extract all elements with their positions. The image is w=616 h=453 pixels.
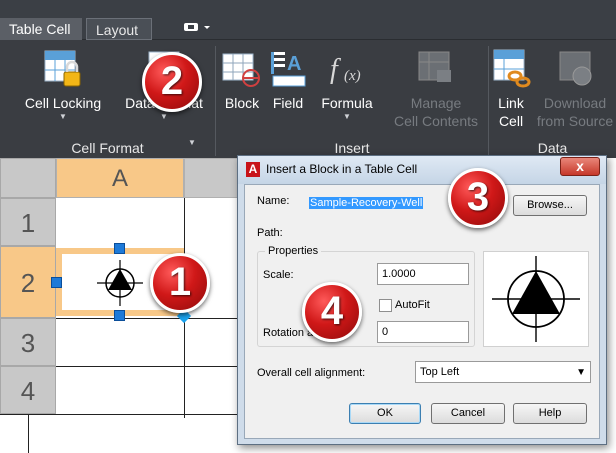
manage-cell-contents-button[interactable]: Manage Cell Contents [386,48,486,130]
dialog-title: Insert a Block in a Table Cell [266,162,418,176]
chevron-down-icon: ▼ [576,367,586,378]
name-label: Name: [257,195,290,207]
ribbon-options-dropdown[interactable] [174,18,210,40]
grip-handle[interactable] [51,277,62,288]
autocad-window: Table Cell Layout Cell Locking ▼ % [0,0,616,453]
link-cell-button[interactable]: Link Cell [490,48,532,130]
block-label: Block [224,95,260,111]
block-preview [483,251,589,347]
browse-button[interactable]: Browse... [513,195,587,216]
callout-badge-2: 2 [142,52,202,112]
svg-text:(x): (x) [344,68,361,84]
callout-badge-1: 1 [150,253,210,313]
grid-line [56,366,246,367]
manage-cell-contents-icon [418,51,451,82]
column-header-a[interactable]: A [56,158,184,198]
alignment-value: Top Left [420,366,460,378]
manage-label-line2: Cell Contents [393,113,479,129]
tab-table-cell[interactable]: Table Cell [0,18,82,40]
row-header[interactable]: 1 [0,198,56,246]
cancel-button[interactable]: Cancel [431,403,505,424]
close-icon[interactable]: x [560,157,600,176]
ok-button[interactable]: OK [349,403,421,424]
recovery-well-preview-icon [492,256,580,342]
formula-label: Formula [321,95,373,111]
grip-handle[interactable] [114,243,125,254]
insert-block-dialog: A Insert a Block in a Table Cell x Name:… [237,155,607,445]
grid-line [56,318,246,319]
link-label-line2: Cell [498,113,524,129]
field-button[interactable]: A Field [266,48,310,112]
chevron-down-icon: ▼ [160,112,168,121]
manage-label-line1: Manage [410,95,462,111]
dialog-title-bar[interactable]: A Insert a Block in a Table Cell x [238,156,606,184]
download-from-source-icon [559,51,592,86]
row-header-selected[interactable]: 2 [0,246,56,318]
field-label: Field [272,95,304,111]
chevron-down-icon: ▼ [59,112,67,121]
tab-layout[interactable]: Layout [86,18,152,40]
field-icon: A [271,52,306,87]
properties-label: Properties [265,245,322,257]
scale-label: Scale: [263,269,294,281]
ribbon-tab-bar: Table Cell Layout [0,0,616,40]
column-header-b[interactable] [184,158,244,198]
grid-line [28,414,29,453]
download-label-line1: Download [543,95,607,111]
grip-handle[interactable] [114,310,125,321]
grid-line [0,414,246,415]
autofit-checkbox[interactable] [379,299,392,312]
alignment-label: Overall cell alignment: [257,367,366,379]
autocad-logo-icon: A [246,162,260,177]
name-value: Sample-Recovery-Well [309,197,424,209]
row-header[interactable]: 3 [0,318,56,366]
download-from-source-button[interactable]: Download from Source [534,48,616,130]
help-button[interactable]: Help [513,403,587,424]
formula-button[interactable]: f (x) Formula ▼ [312,48,382,122]
formula-icon: f (x) [330,54,361,85]
link-label-line1: Link [498,95,524,111]
alignment-select[interactable]: Top Left ▼ [415,361,591,383]
cell-locking-label: Cell Locking [24,95,102,111]
path-label: Path: [257,227,283,239]
block-button[interactable]: Block [220,48,264,112]
block-icon [222,53,260,87]
cell-locking-icon [44,50,81,87]
rotation-angle-input[interactable]: 0 [377,321,469,343]
callout-badge-3: 3 [448,168,508,228]
chevron-down-icon[interactable]: ▼ [188,138,196,147]
table-corner [0,158,56,198]
svg-text:A: A [287,53,301,75]
download-label-line2: from Source [536,113,614,129]
link-cell-icon [493,49,531,88]
callout-badge-4: 4 [302,282,362,342]
row-header[interactable]: 4 [0,366,56,414]
recovery-well-block-icon [97,260,143,306]
dialog-body: Name: Sample-Recovery-Well Browse... Pat… [244,184,600,439]
autofit-label: AutoFit [395,299,430,311]
scale-input[interactable]: 1.0000 [377,263,469,285]
cell-format-panel-label: Cell Format [71,140,144,156]
cell-locking-button[interactable]: Cell Locking ▼ [18,48,108,122]
svg-text:f: f [330,54,341,85]
chevron-down-icon: ▼ [343,112,351,121]
